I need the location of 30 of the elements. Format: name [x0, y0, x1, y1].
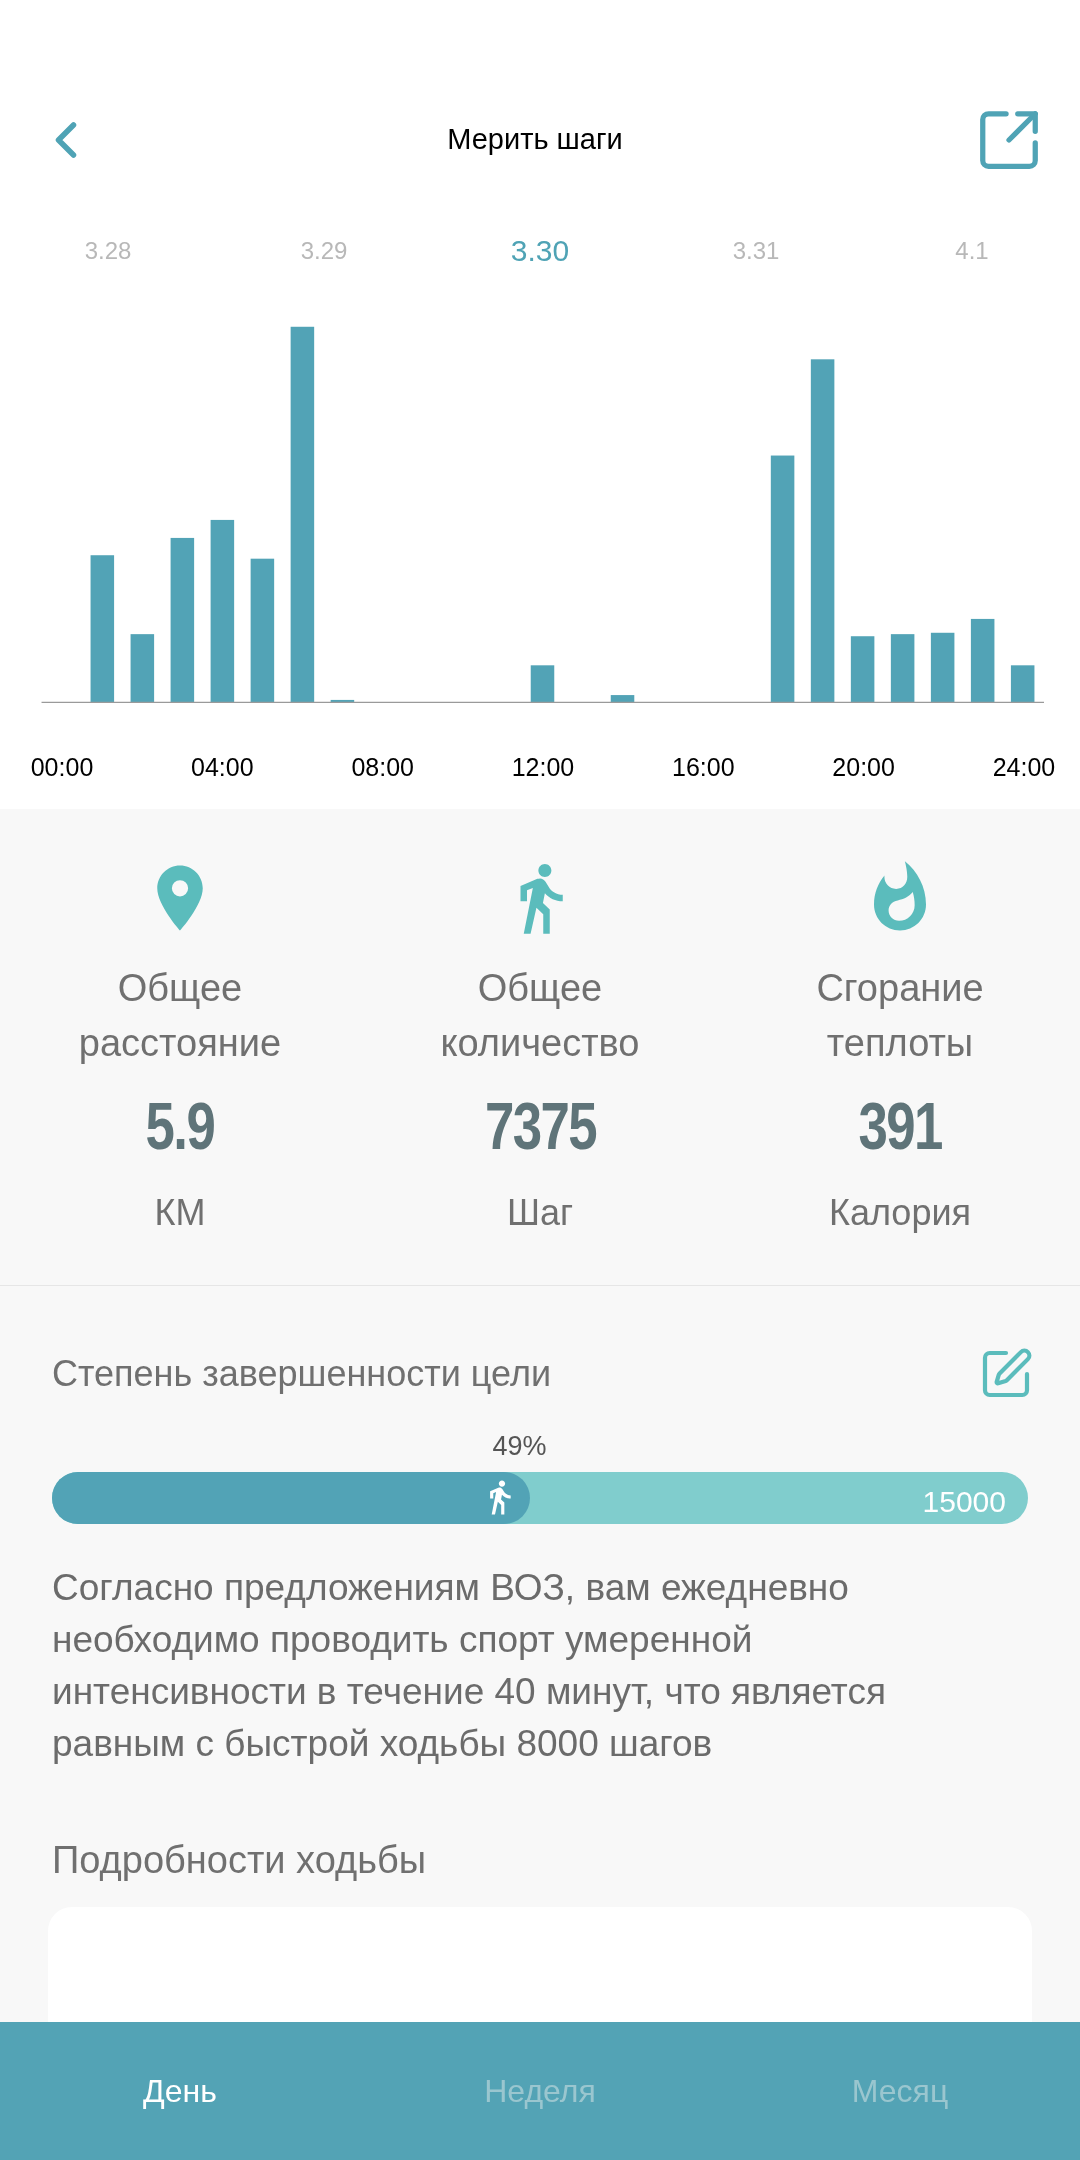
period-tab[interactable]: Неделя: [484, 2067, 596, 2115]
page-title: Мерить шаги: [447, 122, 623, 158]
axis-label: 16:00: [671, 752, 736, 783]
period-tab[interactable]: Месяц: [851, 2067, 949, 2115]
stat-label: Общее расстояние: [77, 965, 283, 1066]
stat-unit: Калория: [828, 1190, 972, 1235]
section-title: Подробности ходьбы: [52, 1837, 428, 1883]
axis-label: 00:00: [29, 752, 95, 783]
date-tab[interactable]: 3.30: [510, 228, 570, 273]
stat-unit: КМ: [154, 1190, 206, 1235]
goal-target: 15000: [922, 1483, 1006, 1520]
goal-title: Степень завершенности цели: [52, 1351, 551, 1396]
axis-label: 20:00: [831, 752, 896, 783]
date-tab[interactable]: 3.31: [732, 228, 780, 273]
stat-value: 391: [858, 1087, 942, 1165]
date-tab[interactable]: 3.29: [300, 228, 348, 273]
goal-percent: 49%: [492, 1429, 547, 1463]
axis-label: 04:00: [190, 752, 255, 783]
stat-unit: Шаг: [506, 1190, 574, 1235]
axis-label: 12:00: [510, 752, 576, 783]
period-tab[interactable]: День: [143, 2067, 217, 2115]
date-tab[interactable]: 4.1: [955, 228, 989, 273]
stat-label: Общее количество: [439, 965, 641, 1066]
axis-label: 24:00: [991, 752, 1057, 783]
goal-note: Согласно предложениям ВОЗ, вам ежедневно необходимо проводить спорт умеренной интенсивности в течение 40 минут, что является равным с быстрой ходьбы 8000 шагов: [52, 1565, 887, 1766]
stat-label: Сгорание теплоты: [815, 965, 985, 1066]
stat-value: 7375: [484, 1087, 596, 1165]
axis-label: 08:00: [350, 752, 415, 783]
stat-value: 5.9: [145, 1087, 215, 1165]
date-tab[interactable]: 3.28: [84, 228, 132, 273]
